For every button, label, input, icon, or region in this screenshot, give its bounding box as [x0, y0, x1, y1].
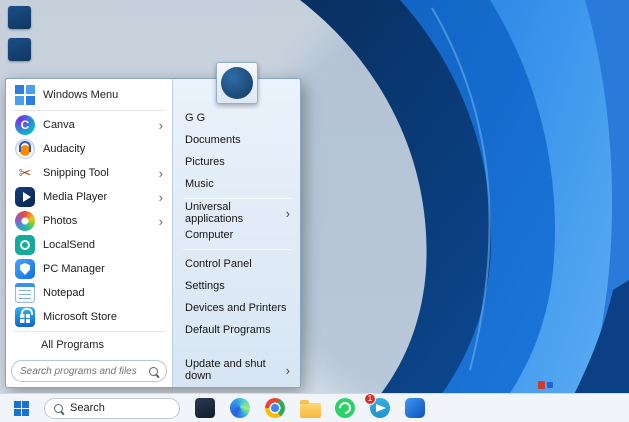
- taskbar-app-telegram[interactable]: 1: [369, 397, 391, 419]
- edge-icon: [230, 398, 250, 418]
- separator: [183, 249, 292, 250]
- dark-app-icon: [195, 398, 215, 418]
- search-icon: [149, 367, 158, 376]
- menu-item-label: Settings: [185, 280, 225, 292]
- taskbar-app-edge[interactable]: [229, 397, 251, 419]
- menu-item-label: Universal applications: [185, 201, 280, 225]
- menu-item-label: Music: [185, 178, 214, 190]
- menu-item-label: Photos: [43, 215, 77, 227]
- menu-item-music[interactable]: Music: [183, 173, 292, 195]
- windows-logo-icon: [14, 401, 29, 416]
- shield-icon: [15, 259, 35, 279]
- store-bag-icon: [15, 307, 35, 327]
- whatsapp-icon: [335, 398, 355, 418]
- menu-item-devices-and-printers[interactable]: Devices and Printers: [183, 297, 292, 319]
- menu-item-label: Notepad: [43, 287, 85, 299]
- wallpaper-mark: [538, 381, 545, 389]
- menu-item-label: Canva: [43, 119, 75, 131]
- shutdown-button[interactable]: Update and shut down ›: [183, 359, 292, 381]
- menu-item-documents[interactable]: Documents: [183, 129, 292, 151]
- windows-logo-icon: [15, 85, 35, 105]
- search-input[interactable]: [20, 366, 143, 377]
- taskbar-app-whatsapp[interactable]: [334, 397, 356, 419]
- desktop-shortcut-icon[interactable]: [8, 38, 31, 61]
- menu-item-label: Media Player: [43, 191, 107, 203]
- user-name[interactable]: G G: [183, 107, 292, 129]
- scissors-icon: [15, 163, 35, 183]
- menu-item-computer[interactable]: Computer: [183, 224, 292, 246]
- desktop: Windows Menu Canva › Audacity Snipping T…: [0, 0, 629, 422]
- menu-item-label: Windows Menu: [43, 89, 118, 101]
- shutdown-label: Update and shut down: [185, 358, 276, 382]
- start-menu-left-pane: Windows Menu Canva › Audacity Snipping T…: [6, 79, 172, 387]
- menu-item-label: Default Programs: [185, 324, 271, 336]
- menu-item-settings[interactable]: Settings: [183, 275, 292, 297]
- blue-app-icon: [405, 398, 425, 418]
- taskbar-app-file-explorer[interactable]: [299, 397, 321, 419]
- menu-item-audacity[interactable]: Audacity: [11, 137, 167, 161]
- menu-item-label: All Programs: [41, 339, 104, 351]
- menu-item-notepad[interactable]: Notepad: [11, 281, 167, 305]
- photos-pinwheel-icon: [15, 211, 35, 231]
- menu-item-label: Microsoft Store: [43, 311, 117, 323]
- all-programs-item[interactable]: All Programs: [11, 334, 167, 356]
- start-menu-search-box: [11, 360, 167, 382]
- taskbar-search[interactable]: Search: [44, 398, 180, 419]
- separator: [13, 331, 165, 332]
- menu-item-photos[interactable]: Photos ›: [11, 209, 167, 233]
- chevron-right-icon: ›: [286, 207, 290, 220]
- chevron-right-icon: ›: [159, 119, 163, 132]
- taskbar: Search 1: [0, 393, 629, 422]
- menu-item-default-programs[interactable]: Default Programs: [183, 319, 292, 341]
- play-icon: [15, 187, 35, 207]
- taskbar-app-chrome[interactable]: [264, 397, 286, 419]
- user-name-label: G G: [185, 112, 205, 124]
- menu-item-canva[interactable]: Canva ›: [11, 113, 167, 137]
- menu-item-label: Devices and Printers: [185, 302, 287, 314]
- menu-item-pc-manager[interactable]: PC Manager: [11, 257, 167, 281]
- menu-item-universal-applications[interactable]: Universal applications ›: [183, 202, 292, 224]
- desktop-shortcut-icon[interactable]: [8, 6, 31, 29]
- canva-icon: [15, 115, 35, 135]
- start-menu: Windows Menu Canva › Audacity Snipping T…: [5, 78, 301, 388]
- menu-item-control-panel[interactable]: Control Panel: [183, 253, 292, 275]
- chrome-icon: [265, 398, 285, 418]
- chevron-right-icon: ›: [159, 215, 163, 228]
- chevron-right-icon: ›: [159, 167, 163, 180]
- menu-item-label: Documents: [185, 134, 241, 146]
- wallpaper-mark: [547, 382, 553, 388]
- menu-item-windows-menu[interactable]: Windows Menu: [11, 82, 167, 108]
- menu-item-snipping-tool[interactable]: Snipping Tool ›: [11, 161, 167, 185]
- notepad-icon: [15, 283, 35, 303]
- avatar: [221, 67, 253, 99]
- chevron-right-icon: ›: [286, 364, 290, 377]
- menu-item-label: Snipping Tool: [43, 167, 109, 179]
- audacity-icon: [15, 139, 35, 159]
- folder-icon: [300, 403, 321, 418]
- menu-item-label: PC Manager: [43, 263, 105, 275]
- menu-item-label: Pictures: [185, 156, 225, 168]
- localsend-icon: [15, 235, 35, 255]
- notification-badge: 1: [364, 393, 376, 405]
- user-avatar[interactable]: [216, 62, 258, 104]
- taskbar-pinned-apps: 1: [194, 397, 426, 419]
- chevron-right-icon: ›: [159, 191, 163, 204]
- menu-item-label: Audacity: [43, 143, 85, 155]
- menu-item-pictures[interactable]: Pictures: [183, 151, 292, 173]
- separator: [183, 198, 292, 199]
- separator: [13, 110, 165, 111]
- start-button[interactable]: [8, 396, 34, 420]
- menu-item-label: Control Panel: [185, 258, 252, 270]
- menu-item-label: LocalSend: [43, 239, 95, 251]
- menu-item-localsend[interactable]: LocalSend: [11, 233, 167, 257]
- taskbar-app-dark[interactable]: [194, 397, 216, 419]
- search-icon: [54, 404, 63, 413]
- menu-item-media-player[interactable]: Media Player ›: [11, 185, 167, 209]
- taskbar-search-label: Search: [70, 402, 105, 414]
- menu-item-microsoft-store[interactable]: Microsoft Store: [11, 305, 167, 329]
- menu-item-label: Computer: [185, 229, 233, 241]
- taskbar-app-blue[interactable]: [404, 397, 426, 419]
- start-menu-right-pane: G G Documents Pictures Music Universal a…: [172, 79, 300, 387]
